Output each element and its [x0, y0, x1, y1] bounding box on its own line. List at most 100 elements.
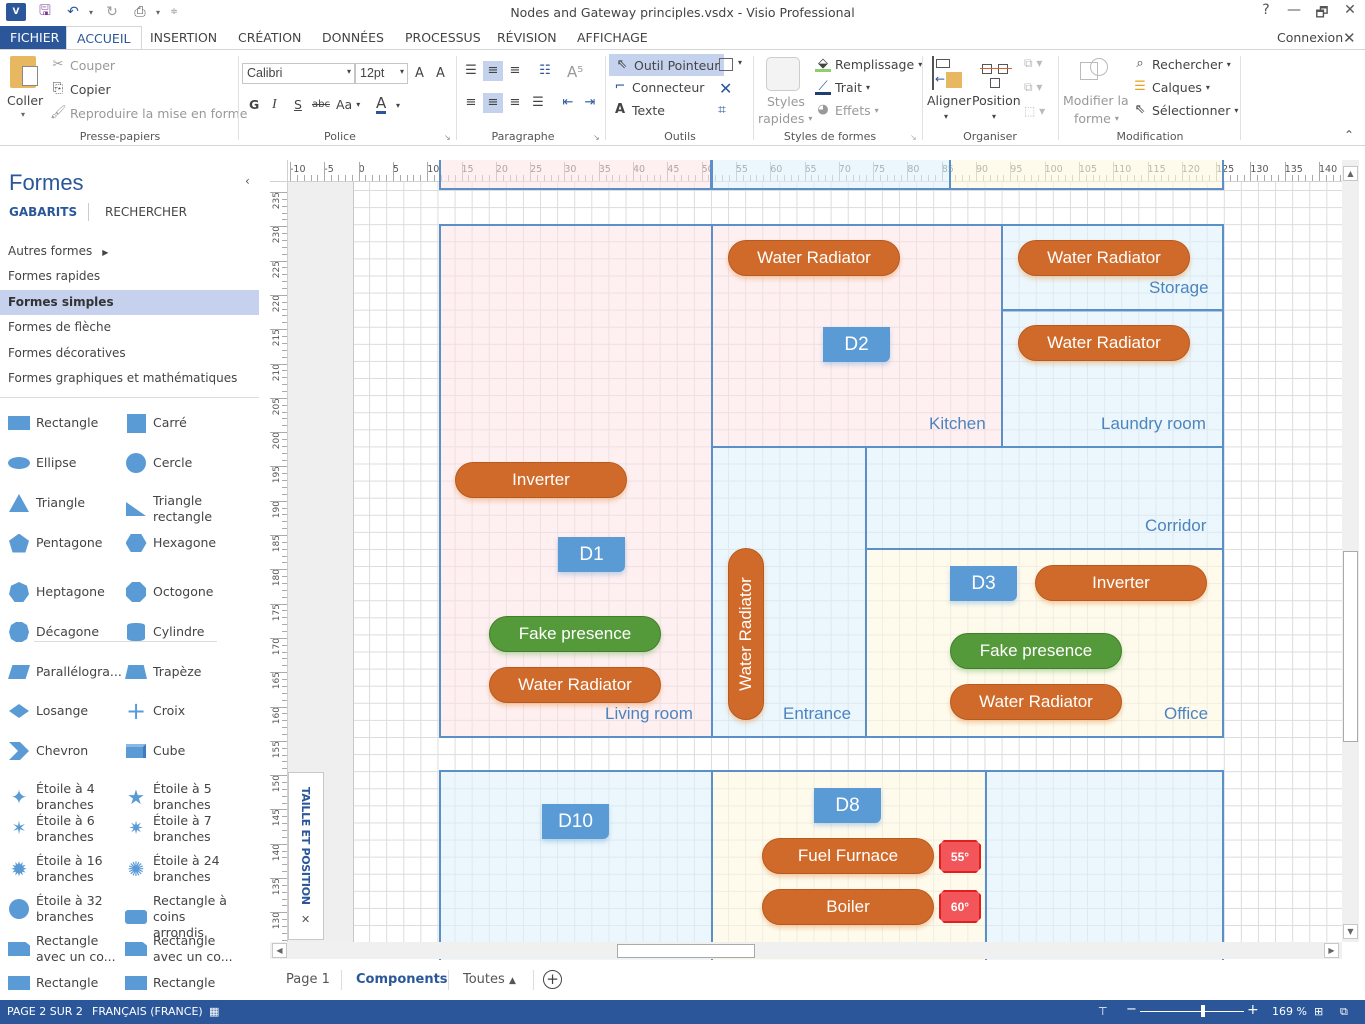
device-inverter[interactable]: Inverter	[1035, 565, 1207, 601]
add-page-icon[interactable]: +	[543, 970, 562, 989]
group-icon[interactable]: ⬚ ▾	[1024, 104, 1045, 118]
shape-item[interactable]: Rectangle	[125, 973, 255, 993]
bold-button[interactable]: G	[249, 97, 259, 112]
help-button[interactable]: ?	[1253, 2, 1279, 22]
drawing-page[interactable]: Living room Kitchen Storage Laundry room Ent…	[353, 160, 1342, 970]
line-button[interactable]: ⟋ Trait ▾	[815, 79, 870, 95]
minimize-button[interactable]: —	[1281, 2, 1307, 22]
shape-item[interactable]: Hexagone	[125, 533, 255, 553]
shape-item[interactable]: Losange	[8, 701, 118, 721]
tab-accueil[interactable]: ACCUEIL	[66, 26, 142, 50]
macro-recorder-icon[interactable]: ▦	[209, 1005, 219, 1018]
tab-revision[interactable]: RÉVISION	[487, 26, 567, 50]
vertical-scroll-thumb[interactable]	[1343, 551, 1358, 742]
presentation-mode-icon[interactable]: ⊤	[1098, 1005, 1108, 1018]
shape-item[interactable]: Chevron	[8, 741, 118, 761]
font-color-dropdown-icon[interactable]: ▾	[396, 101, 400, 110]
paste-button[interactable]: Coller	[7, 93, 43, 108]
scroll-right-button[interactable]: ▶	[1324, 943, 1339, 958]
page-tab-page1[interactable]: Page 1	[286, 972, 330, 987]
align-middle-button[interactable]: ≡	[483, 61, 503, 81]
room-unnamed[interactable]	[439, 770, 713, 970]
zoom-in-button[interactable]: +	[1247, 1002, 1259, 1018]
paste-icon[interactable]	[10, 56, 38, 88]
select-button[interactable]: ⇖ Sélectionner ▾	[1132, 102, 1239, 118]
shape-item[interactable]: Trapèze	[125, 662, 255, 682]
close-size-position-icon[interactable]: ✕	[301, 913, 310, 926]
shape-styles-dialog-launcher-icon[interactable]: ↘	[910, 133, 917, 142]
restore-button[interactable]: 🗗	[1309, 2, 1335, 22]
paragraph-dialog-launcher-icon[interactable]: ↘	[593, 133, 600, 142]
scroll-down-button[interactable]: ▼	[1343, 924, 1358, 939]
device-water-radiator[interactable]: Water Radiator	[950, 684, 1122, 720]
scroll-up-button[interactable]: ▲	[1343, 166, 1358, 181]
nav-basic-shapes[interactable]: Formes simples	[0, 290, 259, 315]
nav-decorative-shapes[interactable]: Formes décoratives	[0, 341, 259, 366]
device-fake-presence[interactable]: Fake presence	[489, 616, 661, 652]
shape-item[interactable]: ✹ Étoile à 16 branches	[8, 853, 118, 885]
scroll-left-button[interactable]: ◀	[272, 943, 287, 958]
shape-item[interactable]: Cube	[125, 741, 255, 761]
tab-search[interactable]: RECHERCHER	[105, 205, 187, 219]
tab-fichier[interactable]: FICHIER	[0, 26, 70, 50]
shape-item[interactable]: Rectangle	[8, 413, 118, 433]
align-dropdown-icon[interactable]: ▾	[944, 112, 948, 121]
align-top-button[interactable]: ☰	[463, 63, 479, 79]
close-button[interactable]: ✕	[1337, 2, 1363, 22]
shape-item[interactable]: ✺ Étoile à 24 branches	[125, 853, 255, 885]
align-left-button[interactable]: ≡	[463, 95, 479, 111]
page-tab-components[interactable]: Components	[356, 972, 448, 987]
device-fuel-furnace[interactable]: Fuel Furnace	[762, 838, 934, 874]
device-boiler[interactable]: Boiler	[762, 889, 934, 925]
device-water-radiator[interactable]: Water Radiator	[1018, 325, 1190, 361]
pointer-tool-button[interactable]: ⇖ Outil Pointeur	[609, 54, 725, 76]
room-unnamed[interactable]	[985, 770, 1224, 970]
shrink-font-button[interactable]: A	[436, 66, 445, 81]
device-water-radiator[interactable]: Water Radiator	[1018, 240, 1190, 276]
align-icon[interactable]: ←	[932, 56, 964, 90]
shape-item[interactable]: Triangle rectangle	[125, 493, 255, 525]
align-right-button[interactable]: ≡	[507, 95, 523, 111]
find-button[interactable]: ⌕ Rechercher ▾	[1132, 56, 1230, 72]
tab-donnees[interactable]: DONNÉES	[312, 26, 394, 50]
bullets-button[interactable]: ☷	[537, 63, 553, 79]
zoom-level[interactable]: 169 %	[1272, 1005, 1307, 1018]
align-button[interactable]: Aligner	[927, 93, 971, 108]
temperature-badge[interactable]: 60°	[939, 890, 981, 923]
shape-item[interactable]: ✦ Étoile à 4 branches	[8, 781, 118, 813]
horizontal-scrollbar[interactable]: ◀ ▶	[270, 942, 1342, 959]
font-dialog-launcher-icon[interactable]: ↘	[444, 133, 451, 142]
grow-font-button[interactable]: A	[415, 66, 424, 81]
align-center-button[interactable]: ≡	[483, 93, 503, 113]
shape-item[interactable]: Parallélogra...	[8, 662, 122, 682]
zoom-slider-track[interactable]	[1140, 1011, 1244, 1012]
text-tool-button[interactable]: A Texte	[612, 102, 665, 118]
gateway-d3[interactable]: D3	[950, 566, 1017, 601]
shape-item[interactable]: Rectangle	[8, 973, 118, 993]
change-case-button[interactable]: Aa ▾	[336, 97, 360, 112]
zoom-out-button[interactable]: −	[1126, 1002, 1137, 1017]
nav-more-shapes[interactable]: Autres formes ▶	[0, 239, 259, 264]
shape-item[interactable]: Pentagone	[8, 533, 118, 553]
decrease-indent-button[interactable]: ⇤	[560, 95, 576, 111]
font-color-button[interactable]: A	[376, 95, 387, 114]
gateway-d8[interactable]: D8	[814, 788, 881, 823]
fit-page-icon[interactable]: ⊞	[1314, 1005, 1323, 1018]
connector-tool-button[interactable]: ⌐ Connecteur	[612, 79, 705, 95]
shape-item[interactable]: Ellipse	[8, 453, 118, 473]
shape-item[interactable]: Octogone	[125, 582, 255, 602]
font-size-select[interactable]: 12pt ▾	[355, 63, 408, 84]
italic-button[interactable]: I	[272, 97, 277, 113]
position-dropdown-icon[interactable]: ▾	[992, 112, 996, 121]
cut-button[interactable]: ✂ Couper	[50, 57, 116, 73]
change-shape-icon[interactable]	[1078, 56, 1110, 90]
device-water-radiator[interactable]: Water Radiator	[489, 667, 661, 703]
crop-tool-icon[interactable]: ⌗	[718, 102, 726, 118]
language-indicator[interactable]: FRANÇAIS (FRANCE)	[92, 1005, 203, 1018]
increase-indent-button[interactable]: ⇥	[582, 95, 598, 111]
shape-item[interactable]: Heptagone	[8, 582, 118, 602]
send-backward-icon[interactable]: ⧉ ▾	[1024, 80, 1042, 95]
tab-insertion[interactable]: INSERTION	[140, 26, 227, 50]
device-inverter[interactable]: Inverter	[455, 462, 627, 498]
shape-item[interactable]: Étoile à 32 branches	[8, 893, 118, 925]
